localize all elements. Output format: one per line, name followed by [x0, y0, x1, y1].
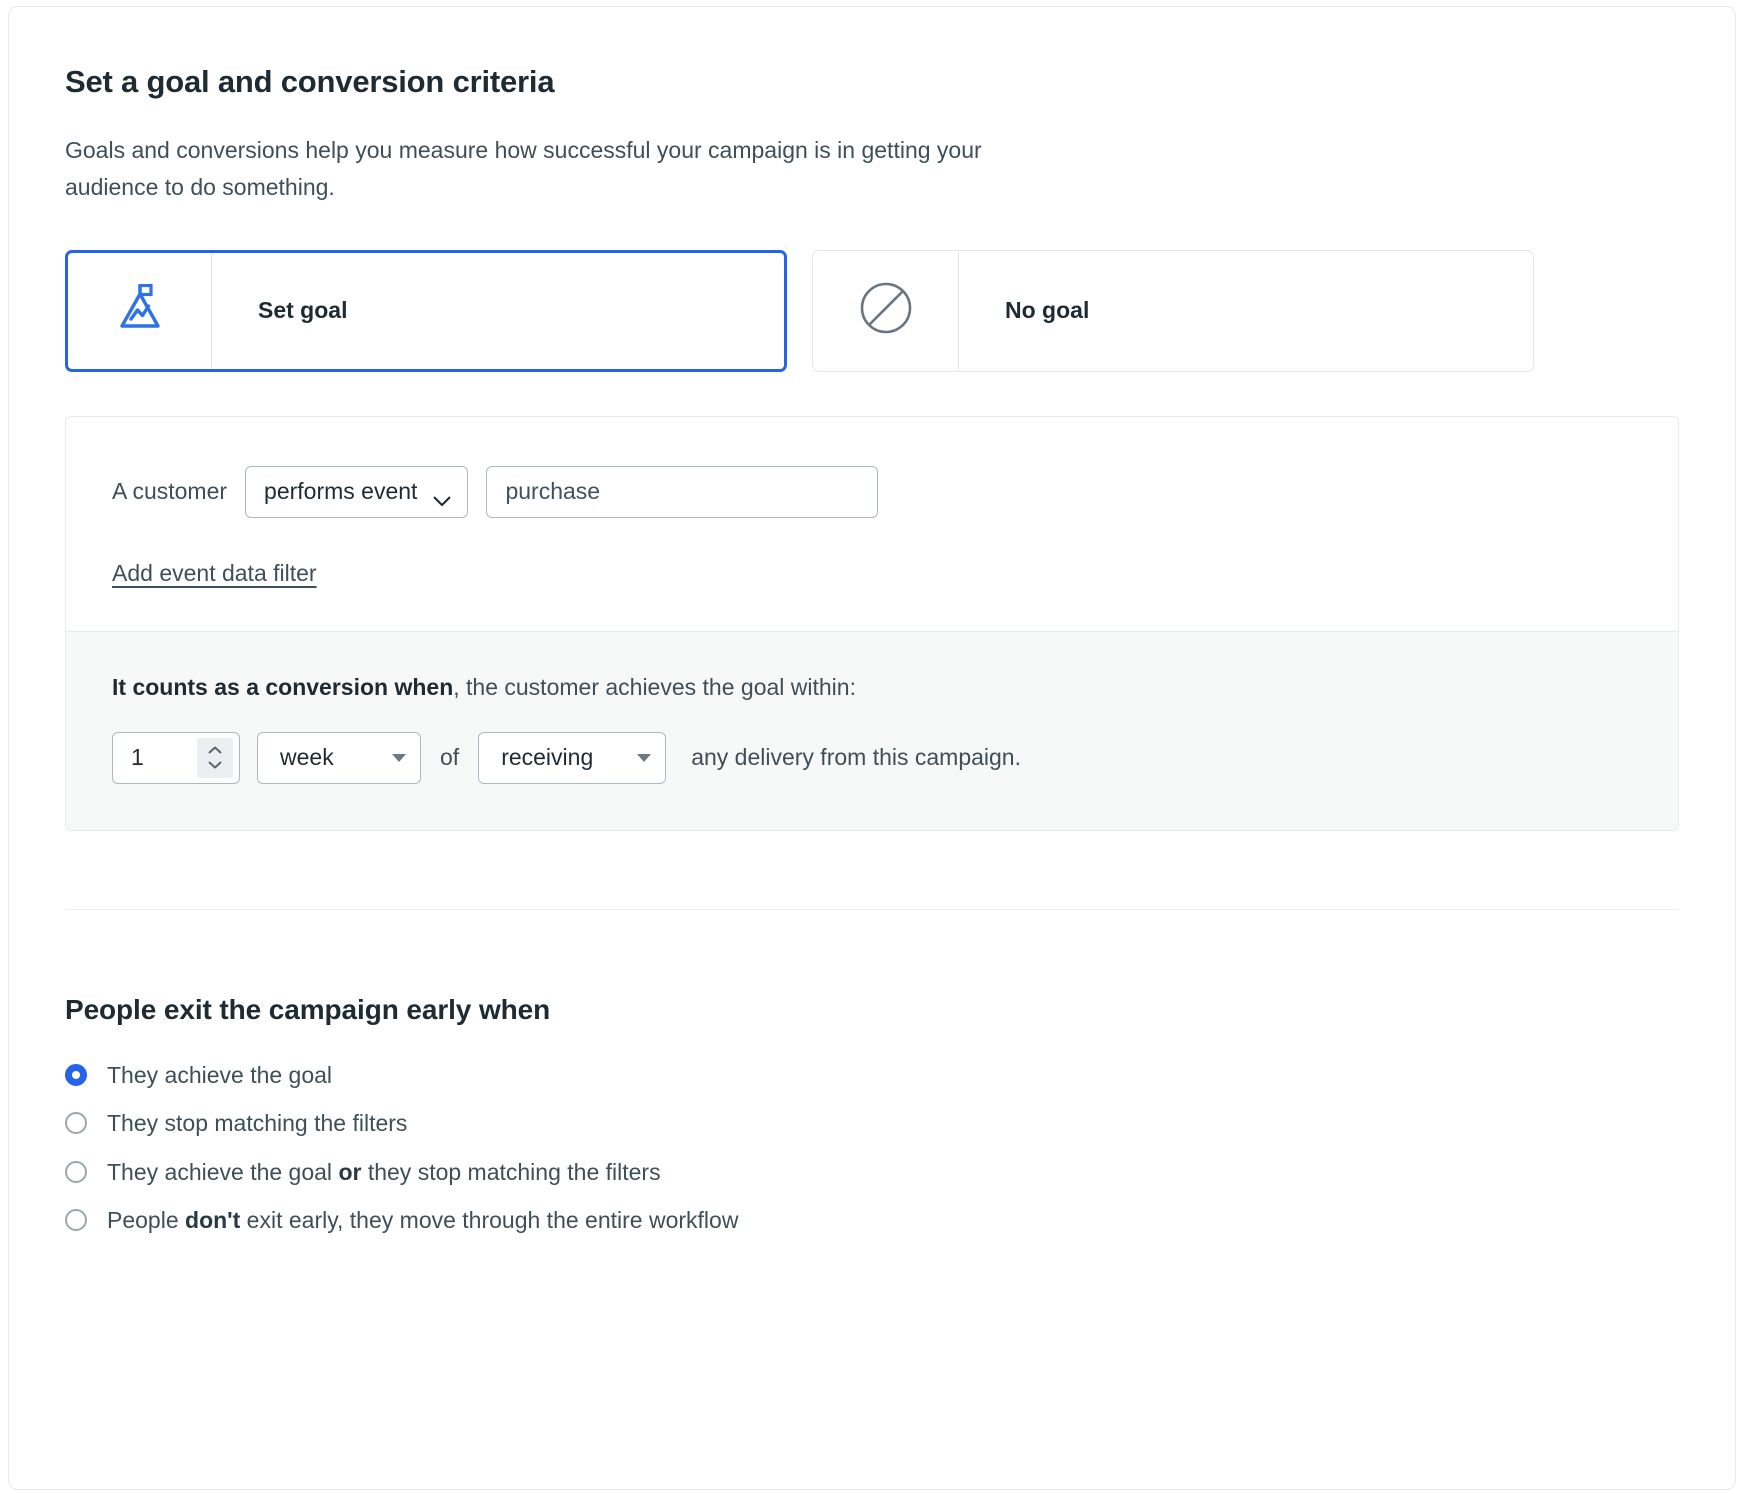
event-name-input[interactable] [486, 465, 879, 518]
screen-root: Set a goal and conversion criteria Goals… [0, 0, 1744, 1494]
exit-option-text-after: they stop matching the filters [361, 1158, 661, 1185]
duration-amount-stepper[interactable]: 1 [112, 731, 240, 784]
exit-option-text-after: exit early, they move through the entire… [240, 1207, 739, 1234]
no-goal-label: No goal [1005, 297, 1090, 324]
trigger-select[interactable]: receiving [478, 731, 667, 784]
set-goal-label-box: Set goal [212, 253, 347, 369]
condition-prefix-label: A customer [112, 478, 228, 505]
conversion-lead-text: It counts as a conversion when, the cust… [112, 674, 1632, 701]
goal-settings-card: Set a goal and conversion criteria Goals… [8, 6, 1736, 1490]
set-goal-card[interactable]: Set goal [65, 249, 787, 372]
duration-amount-value: 1 [131, 744, 144, 771]
trigger-select-value: receiving [501, 744, 594, 771]
exit-option-label: People don't exit early, they move throu… [107, 1203, 738, 1238]
goal-condition-area: A customer performs event Add event data [66, 417, 1678, 631]
radio-icon[interactable] [65, 1112, 87, 1135]
duration-unit-value: week [280, 744, 334, 771]
exit-option-no-early-exit[interactable]: People don't exit early, they move throu… [65, 1203, 1679, 1238]
chevron-down-icon [433, 486, 451, 507]
radio-icon[interactable] [65, 1063, 87, 1086]
goal-condition-row: A customer performs event [112, 465, 1632, 518]
mountain-flag-icon [117, 284, 163, 337]
exit-section-title: People exit the campaign early when [65, 993, 551, 1025]
page-description: Goals and conversions help you measure h… [65, 137, 982, 201]
duration-unit-select[interactable]: week [257, 731, 421, 784]
no-goal-icon-box [813, 250, 959, 371]
exit-option-achieve-goal[interactable]: They achieve the goal [65, 1058, 1679, 1093]
set-goal-label: Set goal [258, 297, 348, 324]
exit-option-text-before: They achieve the goal [107, 1158, 339, 1185]
conversion-tail-label: any delivery from this campaign. [691, 744, 1021, 771]
exit-options-group: They achieve the goal They stop matching… [65, 1058, 1679, 1238]
exit-option-text-bold: don't [185, 1207, 241, 1234]
exit-option-label: They achieve the goal [107, 1061, 333, 1088]
page-title: Set a goal and conversion criteria [65, 64, 555, 99]
conversion-lead-bold: It counts as a conversion when [112, 673, 454, 700]
stepper-arrows-icon[interactable] [197, 737, 233, 778]
exit-option-label: They stop matching the filters [107, 1110, 408, 1137]
exit-option-text-bold: or [338, 1158, 362, 1185]
set-goal-icon-box [68, 252, 212, 369]
exit-option-stop-matching-filters[interactable]: They stop matching the filters [65, 1106, 1679, 1141]
conversion-lead-rest: , the customer achieves the goal within: [453, 673, 856, 700]
prohibition-icon [859, 281, 913, 340]
no-goal-label-box: No goal [959, 251, 1089, 371]
event-type-select-value: performs event [264, 478, 418, 505]
caret-down-icon [392, 753, 406, 762]
goal-section: Set a goal and conversion criteria Goals… [9, 7, 1735, 910]
radio-icon[interactable] [65, 1209, 87, 1232]
goal-choice-group: Set goal No goal [65, 249, 1679, 372]
event-type-select[interactable]: performs event [245, 465, 469, 518]
goal-builder-panel: A customer performs event Add event data [65, 415, 1679, 831]
conversion-criteria-area: It counts as a conversion when, the cust… [66, 630, 1678, 830]
exit-section: People exit the campaign early when They… [9, 910, 1735, 1238]
exit-option-label: They achieve the goal or they stop match… [107, 1155, 661, 1190]
caret-down-icon [637, 753, 652, 762]
exit-option-text-before: People [107, 1207, 186, 1234]
conversion-joiner-label: of [440, 744, 460, 771]
radio-icon[interactable] [65, 1160, 87, 1183]
exit-option-achieve-goal-or-stop-matching[interactable]: They achieve the goal or they stop match… [65, 1155, 1679, 1190]
add-event-data-filter-link[interactable]: Add event data filter [112, 560, 317, 587]
no-goal-card[interactable]: No goal [812, 249, 1534, 372]
conversion-controls-row: 1 week of receiving any delivery from th… [112, 731, 1632, 784]
